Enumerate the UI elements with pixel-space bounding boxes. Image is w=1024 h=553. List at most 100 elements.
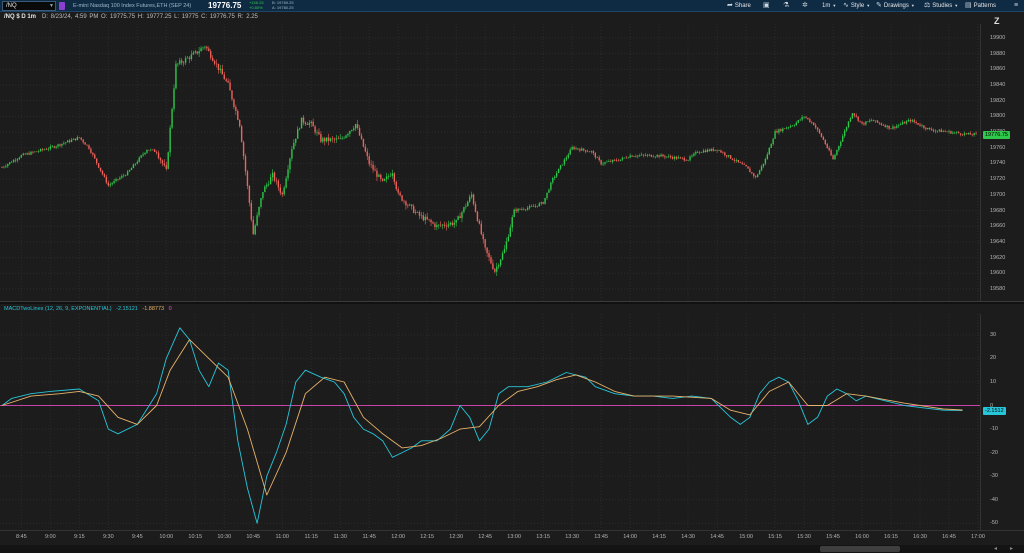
candle-body xyxy=(115,179,117,181)
info-ohlc: D: 8/23/24, 4:59 PM O: 19775.75 H: 19777… xyxy=(42,14,258,20)
macd-chart[interactable] xyxy=(0,314,980,530)
candle-body xyxy=(499,259,502,266)
candle-body xyxy=(973,133,975,136)
share-icon: ➦ xyxy=(727,2,733,9)
candle-body xyxy=(327,137,330,141)
chevron-left-icon[interactable]: ◂ xyxy=(994,545,997,552)
candle-body xyxy=(45,149,48,151)
candle-body xyxy=(157,152,160,159)
candle-body xyxy=(463,207,465,213)
time-tick-label: 12:45 xyxy=(478,534,493,540)
candle-body xyxy=(950,131,952,134)
candle-body xyxy=(621,157,624,160)
candle-body xyxy=(441,224,444,226)
candle-body xyxy=(747,166,749,169)
candle-body xyxy=(673,156,676,159)
link-group-icon[interactable] xyxy=(59,2,65,10)
price-tick-label: 19700 xyxy=(990,191,1006,198)
price-axis[interactable]: 1990019880198601984019820198001978019760… xyxy=(980,24,1024,301)
candle-body xyxy=(320,134,322,142)
candle-body xyxy=(451,222,454,225)
candle-body xyxy=(22,153,24,156)
chevron-right-icon[interactable]: ▸ xyxy=(1010,545,1013,552)
candle-body xyxy=(679,157,682,159)
candle-body xyxy=(907,120,910,122)
aggregation-button[interactable]: 1m ▼ xyxy=(822,1,836,11)
candle-body xyxy=(921,125,923,127)
candle-body xyxy=(818,129,821,134)
price-chart[interactable] xyxy=(0,24,980,301)
candle-body xyxy=(126,171,129,176)
info-symbol: /NQ $ D 1m xyxy=(4,14,37,20)
menu-button[interactable]: ≡ xyxy=(1014,1,1018,11)
candle-body xyxy=(248,186,251,203)
zero-value: 0 xyxy=(168,306,172,312)
candle-body xyxy=(940,129,942,133)
studies-button[interactable]: ⚖ Studies ▼ xyxy=(924,1,958,11)
candle-body xyxy=(627,157,629,159)
candle-body xyxy=(252,219,254,235)
candle-body xyxy=(18,157,21,159)
time-tick-label: 15:45 xyxy=(826,534,840,540)
candle-body xyxy=(838,145,840,151)
scrollbar-thumb[interactable] xyxy=(820,546,900,552)
zoom-icon[interactable]: Z xyxy=(994,16,1000,26)
candle-body xyxy=(635,156,637,158)
flask-button[interactable]: ⚗ xyxy=(783,1,789,11)
candle-body xyxy=(789,125,792,128)
candle-body xyxy=(840,141,842,146)
candle-body xyxy=(954,132,956,134)
candle-body xyxy=(484,239,486,248)
time-tick-label: 14:00 xyxy=(623,534,637,540)
settings-button[interactable]: ✲ xyxy=(802,1,808,11)
candle-body xyxy=(666,156,668,158)
candle-body xyxy=(712,148,714,151)
candle-body xyxy=(892,126,894,129)
candle-body xyxy=(3,166,5,168)
candle-body xyxy=(385,176,388,180)
candle-body xyxy=(739,161,741,163)
candle-body xyxy=(814,125,817,128)
price-tick-label: 19840 xyxy=(990,81,1006,88)
symbol-input[interactable]: /NQ ▼ xyxy=(2,1,56,11)
candle-body xyxy=(871,120,873,121)
candle-body xyxy=(302,117,305,123)
signal-value: -1.88773 xyxy=(142,306,165,312)
candle-body xyxy=(422,215,425,221)
candle-body xyxy=(242,142,245,157)
candle-body xyxy=(766,154,769,159)
candle-body xyxy=(511,217,513,228)
style-icon: ∿ xyxy=(843,2,849,9)
candle-body xyxy=(231,90,233,100)
time-axis[interactable]: 8:45 9:00 9:15 9:30 9:45 10:00 10:15 10:30 10:45… xyxy=(0,530,1024,544)
candle-body xyxy=(312,121,314,127)
menu-icon: ≡ xyxy=(1014,2,1019,9)
candle-body xyxy=(722,152,724,154)
candle-body xyxy=(472,194,475,205)
candle-body xyxy=(577,148,579,150)
horizontal-scrollbar[interactable]: ◂ ▸ xyxy=(0,545,1024,553)
candle-body xyxy=(592,151,595,154)
candle-body xyxy=(942,131,944,133)
style-button[interactable]: ∿ Style ▼ xyxy=(843,1,870,11)
candle-body xyxy=(63,143,65,144)
macd-axis[interactable]: 30 20 10 0 -10 -20 -30 -40 -50 -2.1512 xyxy=(980,314,1024,530)
price-tick-label: 19580 xyxy=(990,286,1006,292)
candle-body xyxy=(7,164,9,167)
chevron-down-icon[interactable]: ▼ xyxy=(49,2,54,10)
candle-body xyxy=(641,154,643,156)
snapshot-button[interactable]: ▣ xyxy=(763,1,770,11)
candle-body xyxy=(874,120,877,122)
candle-body xyxy=(726,155,728,157)
candle-body xyxy=(266,184,268,187)
pane-divider[interactable] xyxy=(0,301,1024,304)
candle-body xyxy=(938,129,941,131)
candle-body xyxy=(784,128,786,130)
price-tick-label: 19740 xyxy=(990,160,1006,167)
candle-body xyxy=(967,133,970,134)
patterns-button[interactable]: ▤ Patterns xyxy=(965,1,996,11)
drawings-button[interactable]: ✎ Drawings ▼ xyxy=(876,1,915,11)
candle-body xyxy=(882,124,884,126)
share-button[interactable]: ➦ Share xyxy=(727,1,751,11)
study-name[interactable]: MACDTwoLines (12, 26, 9, EXPONENTIAL) xyxy=(4,306,112,312)
